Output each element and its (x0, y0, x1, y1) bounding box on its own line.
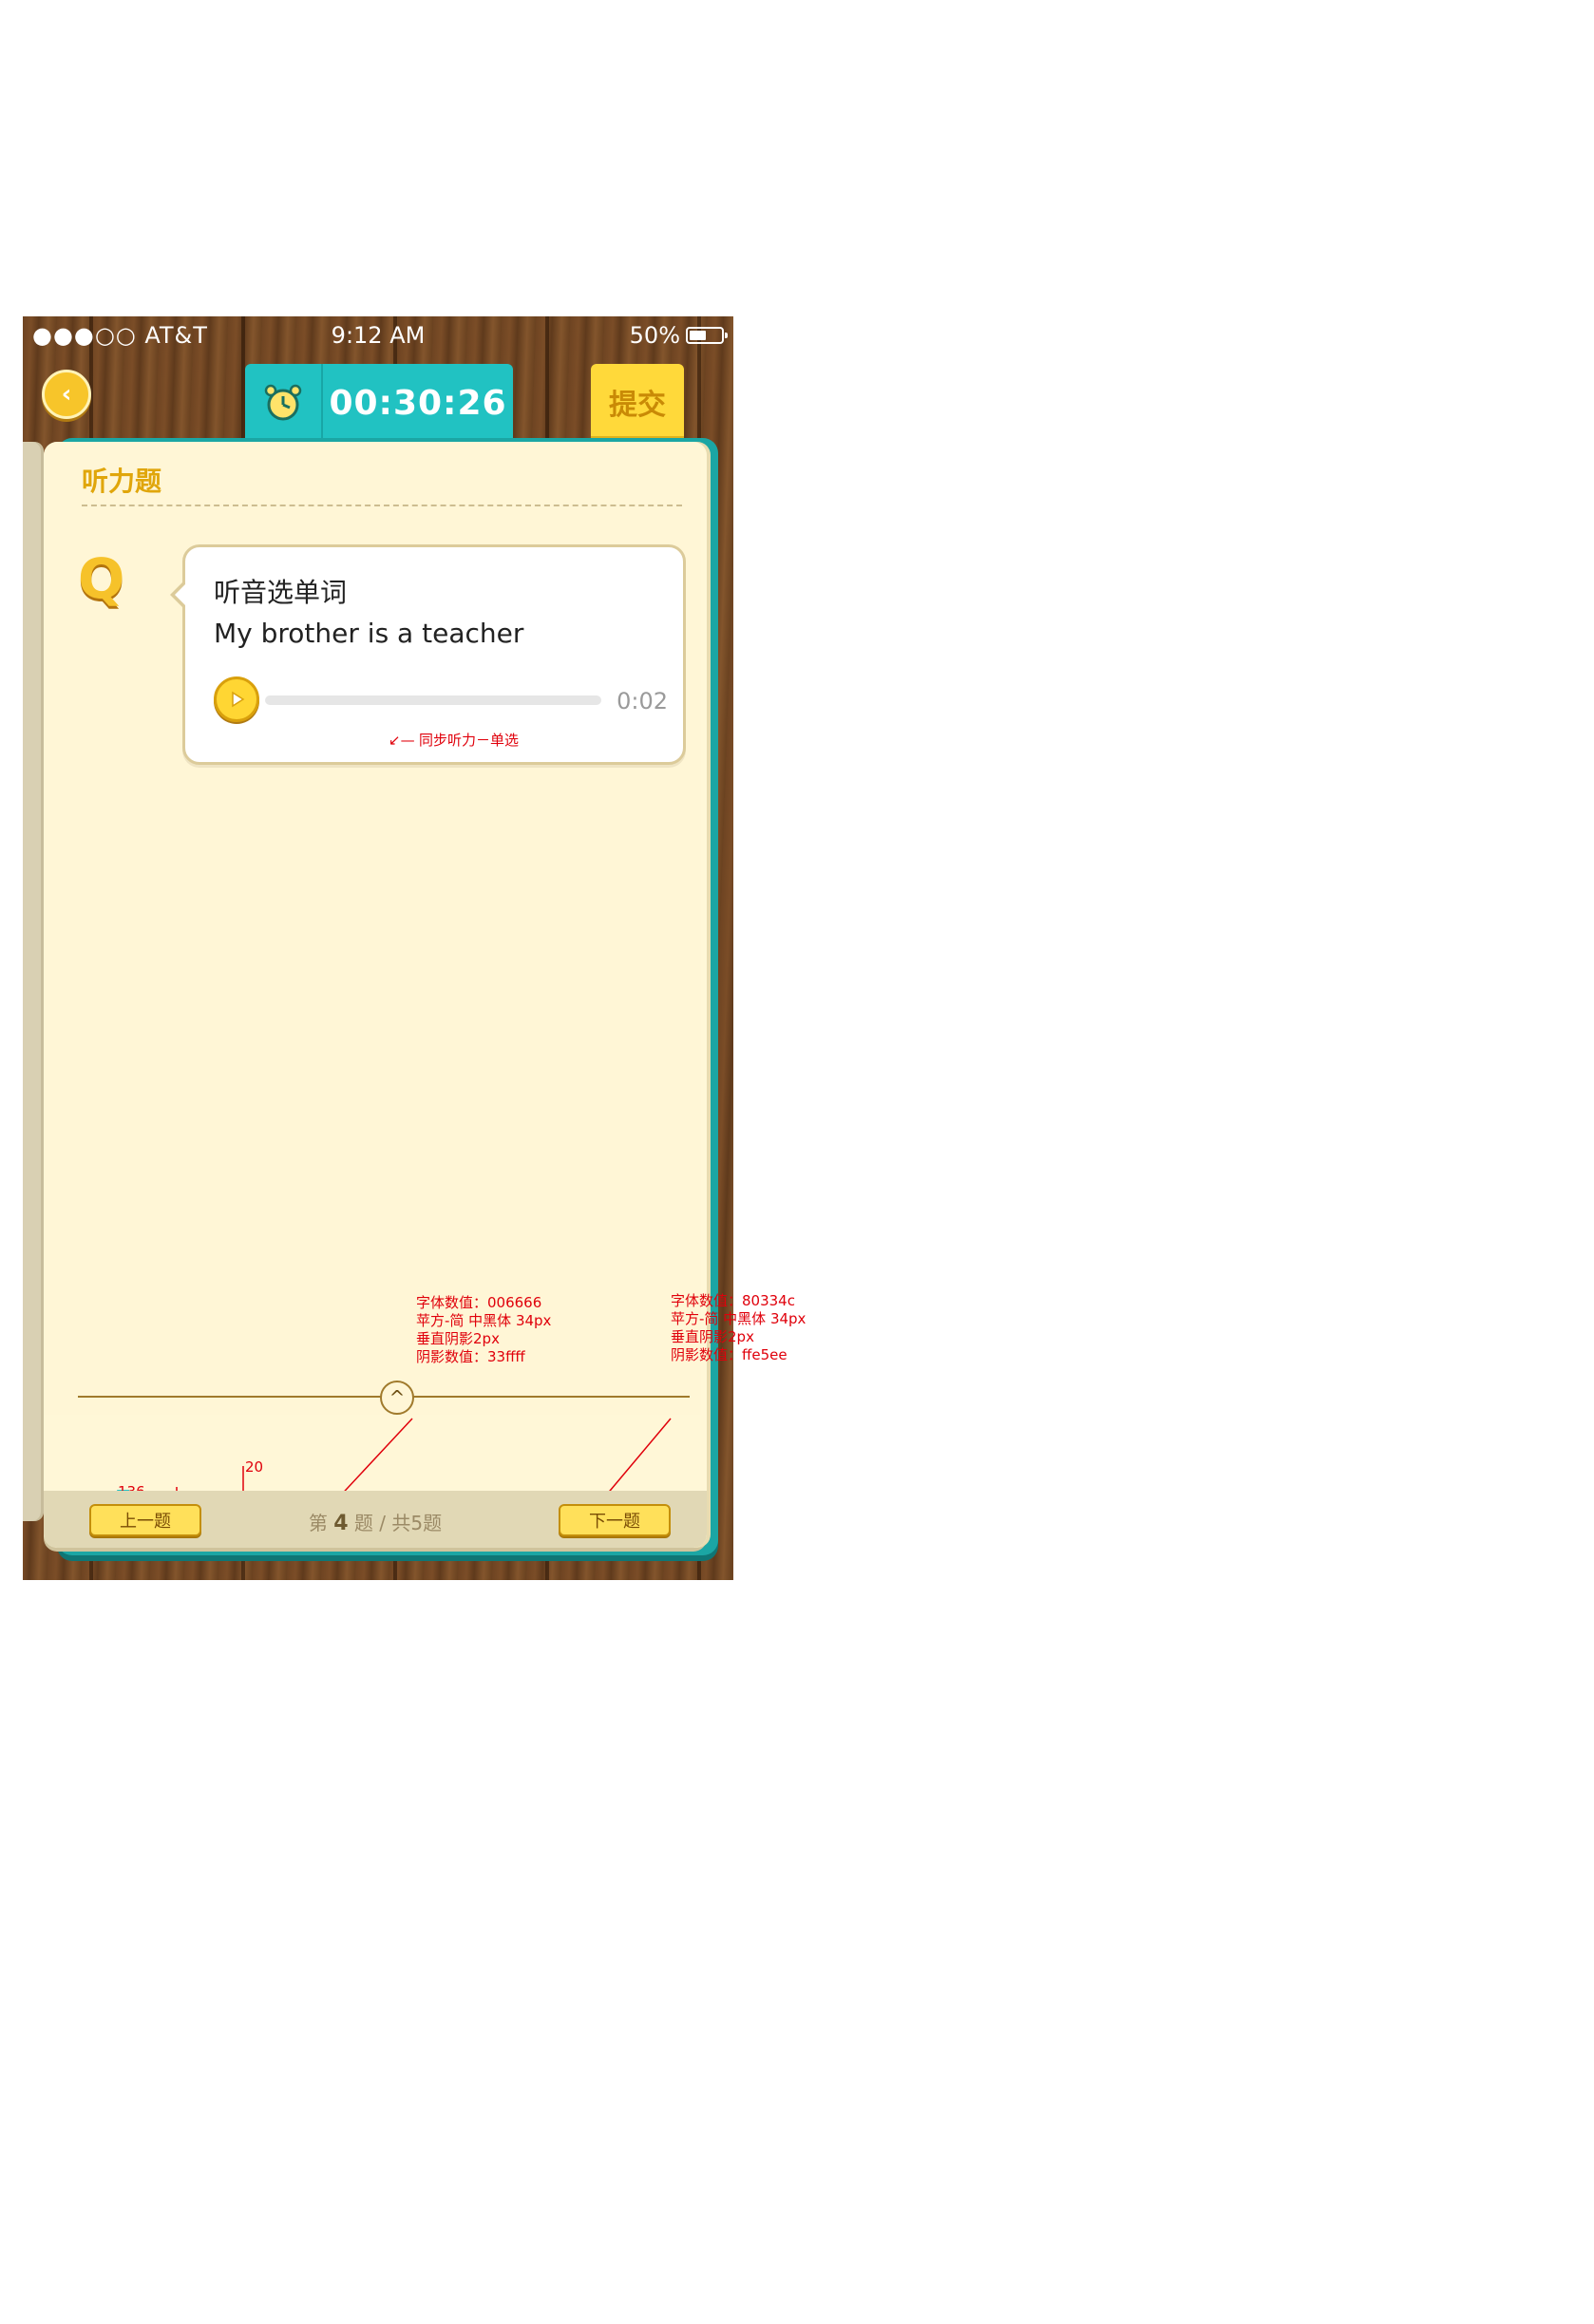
battery-group: 50% (629, 322, 728, 349)
question-card: 听力题 Q 听音选单词 My brother is a teacher 0:02… (44, 442, 707, 1548)
clock-label: 9:12 AM (331, 322, 426, 349)
previous-page-edge (23, 442, 44, 1521)
pager-current: 4 (333, 1512, 349, 1535)
right-spec-line: 苹方-简 中黑体 34px (671, 1310, 806, 1327)
dim-top: 20 (245, 1458, 264, 1476)
right-spec-notes: 字体数值：80334c 苹方-简 中黑体 34px 垂直阴影2px 阴影数值：f… (671, 1292, 806, 1364)
status-bar: ●●●○○ AT&T 9:12 AM 50% (23, 316, 733, 354)
wrong-spec-line: 阴影数值：33ffff (416, 1348, 525, 1365)
dimension-lines (44, 1418, 672, 1548)
timer-value: 00:30:26 (329, 383, 507, 423)
chevron-left-icon: ‹ (61, 380, 72, 409)
battery-percent: 50% (629, 322, 680, 349)
right-spec-line: 字体数值：80334c (671, 1292, 795, 1309)
next-question-button[interactable]: 下一题 (559, 1504, 671, 1536)
battery-icon (686, 327, 728, 344)
footer-bar: 上一题 第 4 题 / 共5题 下一题 (44, 1491, 707, 1548)
submit-button[interactable]: 提交 (591, 364, 684, 440)
right-spec-line: 阴影数值：ffe5ee (671, 1346, 788, 1363)
pager-prefix: 第 (308, 1512, 328, 1534)
timer-panel: 00:30:26 (245, 364, 513, 442)
pager-total: 题 / 共5题 (353, 1512, 443, 1534)
wrong-spec-line: 苹方-简 中黑体 34px (416, 1312, 552, 1329)
wrong-spec-line: 垂直阴影2px (416, 1330, 500, 1347)
wrong-spec-line: 字体数值：006666 (416, 1294, 542, 1311)
back-button[interactable]: ‹ (42, 370, 91, 419)
right-spec-line: 垂直阴影2px (671, 1328, 754, 1345)
wrong-spec-notes: 字体数值：006666 苹方-简 中黑体 34px 垂直阴影2px 阴影数值：3… (416, 1294, 551, 1366)
alarm-clock-icon (245, 364, 323, 442)
phone-screen: ●●●○○ AT&T 9:12 AM 50% ‹ 00:30:26 提交 听力题… (23, 316, 733, 1580)
